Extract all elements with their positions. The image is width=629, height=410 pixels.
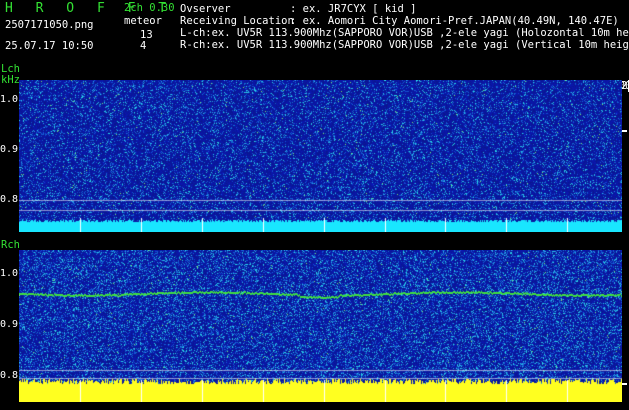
filename-label: 2507171050.png — [5, 19, 94, 31]
observer-value: : ex. JR7CYX [ kid ] — [290, 3, 417, 15]
meteor-label: meteor — [124, 15, 162, 27]
rch-ytick-0-8: 0.8 — [0, 370, 19, 381]
lch-label: Lch — [1, 63, 20, 75]
rch-label: Rch — [1, 239, 20, 251]
rch-receiver-info: R-ch:ex. UV5R 113.900Mhz(SAPPORO VOR)USB… — [180, 39, 629, 51]
rch-spectrogram-canvas — [19, 250, 622, 402]
meteor-count-rch: 4 — [140, 40, 147, 52]
location-label: Receiving Location — [180, 15, 294, 27]
datetime-label: 25.07.17 10:50 — [5, 40, 94, 52]
lch-ytick-0-9: 0.9 — [0, 144, 19, 155]
lch-ytick-1-0: 1.0 — [0, 94, 19, 105]
lch-spectrogram-canvas — [19, 80, 622, 232]
lch-edge-marker — [622, 130, 627, 132]
mode-label: 2ch 0.30 — [124, 2, 175, 14]
rch-spectrogram[interactable] — [19, 250, 622, 402]
lch-ytick-0-8: 0.8 — [0, 194, 19, 205]
lch-unit: kHz — [1, 74, 20, 86]
location-value: : ex. Aomori City Aomori-Pref.JAPAN(40.4… — [290, 15, 619, 27]
meteor-count-lch: 13 — [140, 29, 153, 41]
rch-edge-marker — [622, 383, 627, 385]
rch-ytick-1-0: 1.0 — [0, 268, 19, 279]
lch-receiver-info: L-ch:ex. UV5R 113.900Mhz(SAPPORO VOR)USB… — [180, 27, 629, 39]
lch-spectrogram[interactable] — [19, 80, 622, 232]
observer-label: Ovserver — [180, 3, 231, 15]
rch-ytick-0-9: 0.9 — [0, 319, 19, 330]
